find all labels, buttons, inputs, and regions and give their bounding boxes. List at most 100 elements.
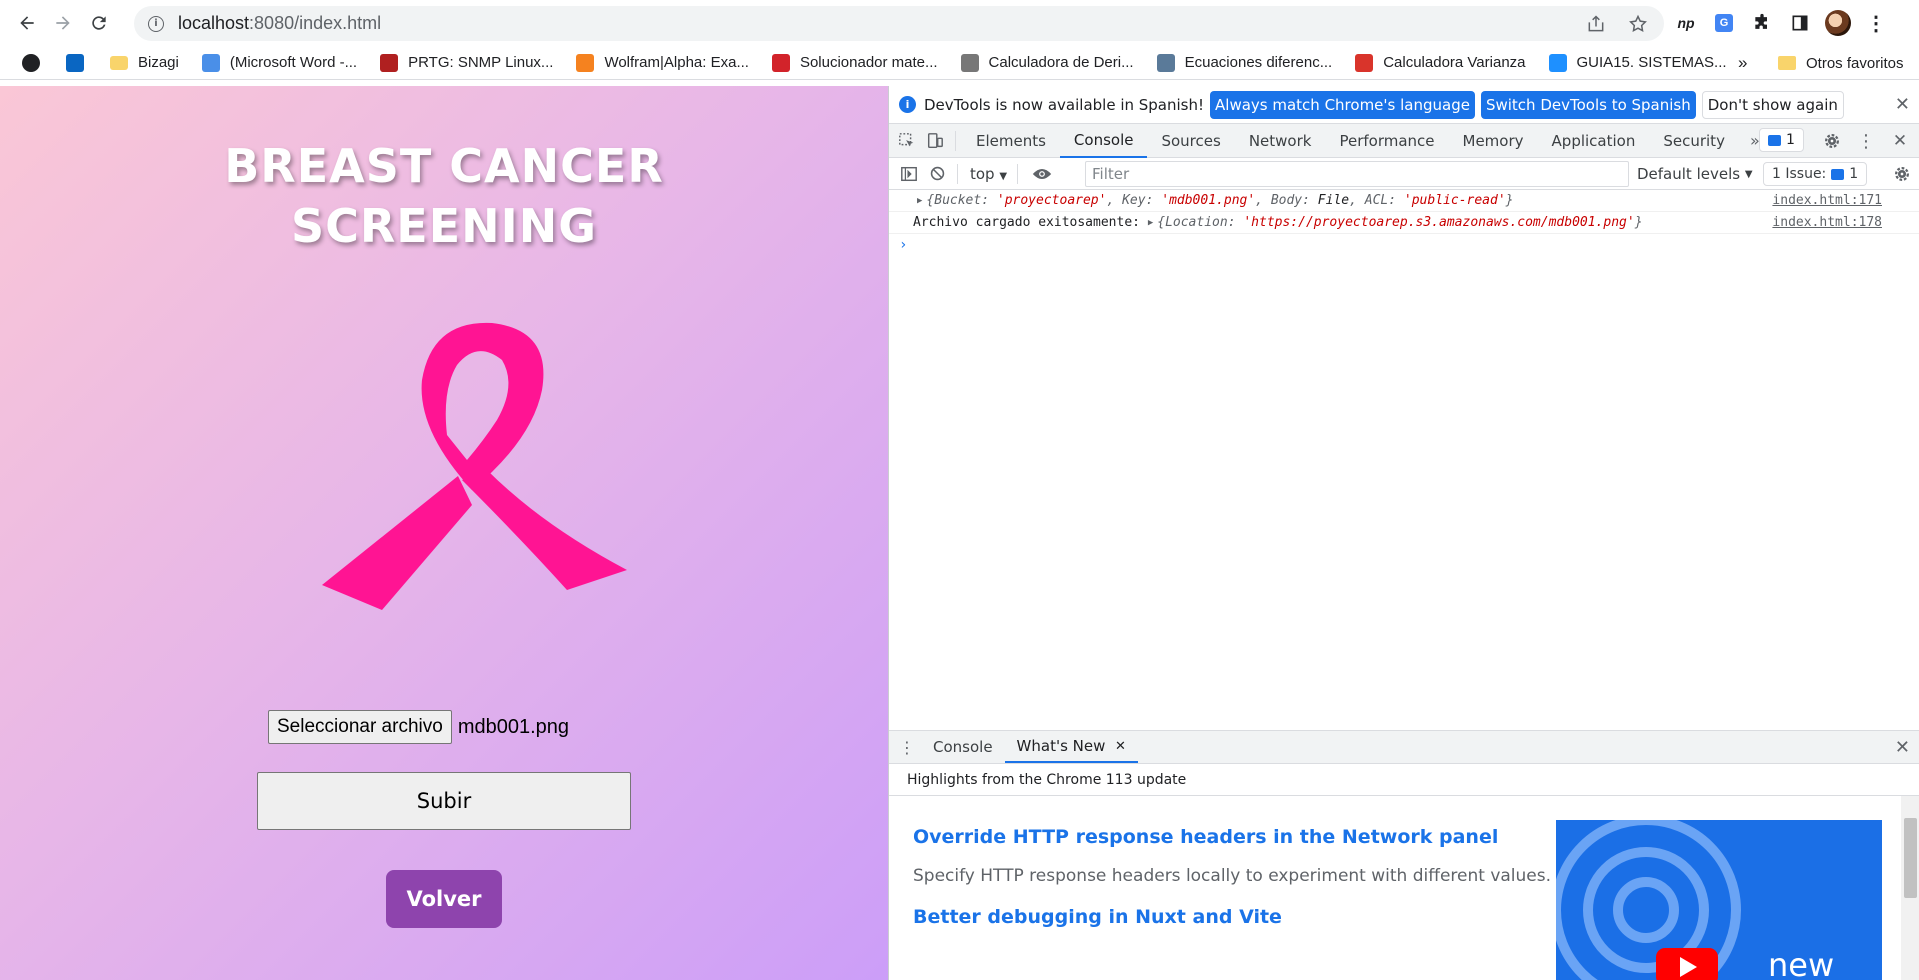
title-line-1: BREAST CANCER xyxy=(224,139,664,193)
whats-new-link-1[interactable]: Override HTTP response headers in the Ne… xyxy=(913,826,1498,848)
site-info-icon[interactable]: i xyxy=(148,15,164,32)
share-icon[interactable] xyxy=(1586,14,1606,34)
url-text[interactable]: localhost:8080/index.html xyxy=(178,13,381,34)
sidebar-toggle-icon[interactable] xyxy=(895,160,923,188)
settings-gear-icon[interactable] xyxy=(1818,127,1846,155)
devtools-tabs: Elements Console Sources Network Performance… xyxy=(962,124,1739,158)
bookmark-item[interactable]: Calculadora Varianza xyxy=(1347,49,1533,77)
switch-spanish-button[interactable]: Switch DevTools to Spanish xyxy=(1480,90,1696,119)
bookmark-item[interactable]: PRTG: SNMP Linux... xyxy=(372,49,561,77)
clear-console-icon[interactable] xyxy=(923,160,951,188)
tab-application[interactable]: Application xyxy=(1538,124,1650,158)
bookmark-label: Bizagi xyxy=(138,54,179,71)
other-bookmarks-folder[interactable]: Otros favoritos xyxy=(1778,46,1904,80)
source-link[interactable]: index.html:171 xyxy=(1772,193,1882,208)
whats-new-video-thumbnail[interactable]: new xyxy=(1556,820,1882,980)
console-settings-icon[interactable] xyxy=(1888,160,1916,188)
profile-avatar[interactable] xyxy=(1824,9,1852,37)
triangle-icon xyxy=(1156,53,1175,72)
bookmark-item[interactable]: Bizagi xyxy=(102,49,187,77)
whats-new-link-2[interactable]: Better debugging in Nuxt and Vite xyxy=(913,906,1282,928)
forward-arrow-icon[interactable] xyxy=(46,6,80,40)
reload-icon[interactable] xyxy=(82,6,116,40)
back-button[interactable]: Volver xyxy=(386,870,502,928)
bookmark-item[interactable]: Solucionador mate... xyxy=(764,49,946,77)
folder-icon xyxy=(1778,56,1796,70)
tab-elements[interactable]: Elements xyxy=(962,124,1060,158)
folder-icon xyxy=(110,55,128,70)
match-language-button[interactable]: Always match Chrome's language xyxy=(1210,90,1475,119)
symbolab-icon xyxy=(771,53,790,72)
eye-icon[interactable] xyxy=(1028,160,1056,188)
web-page: BREAST CANCER SCREENING Seleccionar arch… xyxy=(0,86,888,980)
scrollbar-thumb[interactable] xyxy=(1904,818,1917,898)
page-title: BREAST CANCER SCREENING xyxy=(0,136,888,256)
upload-button[interactable]: Subir xyxy=(257,772,631,830)
bookmark-item[interactable] xyxy=(14,49,58,77)
file-input-row: Seleccionar archivo mdb001.png xyxy=(268,710,569,744)
drawer-menu-icon[interactable]: ⋮ xyxy=(893,733,921,761)
bookmark-item[interactable] xyxy=(58,49,102,77)
address-bar[interactable]: i localhost:8080/index.html xyxy=(134,6,1664,41)
devtools-menu-icon[interactable]: ⋮ xyxy=(1852,127,1880,155)
title-line-2: SCREENING xyxy=(290,199,598,253)
console-toolbar: top ▼ Filter Default levels ▼ 1 Issue: 1 xyxy=(889,158,1919,190)
tab-console[interactable]: Console xyxy=(1059,124,1148,158)
source-link[interactable]: index.html:178 xyxy=(1772,215,1882,230)
more-bookmarks-button[interactable]: » xyxy=(1738,46,1747,80)
choose-file-button[interactable]: Seleccionar archivo xyxy=(268,710,452,744)
bookmark-item[interactable]: GUIA15. SISTEMAS... xyxy=(1541,49,1735,77)
infobar-close-icon[interactable]: ✕ xyxy=(1895,94,1910,115)
issues-badge[interactable]: 1 xyxy=(1759,128,1804,152)
bookmark-label: PRTG: SNMP Linux... xyxy=(408,54,554,71)
console-log-entry[interactable]: Archivo cargado exitosamente: ▶ {Locatio… xyxy=(889,212,1919,234)
wn-icon xyxy=(1548,53,1567,72)
close-drawer-icon[interactable]: ✕ xyxy=(1895,737,1910,758)
tab-sources[interactable]: Sources xyxy=(1147,124,1234,158)
nav-buttons xyxy=(0,6,128,40)
close-tab-icon[interactable]: ✕ xyxy=(1115,739,1126,754)
scrollbar[interactable] xyxy=(1901,796,1919,980)
globe-icon xyxy=(22,53,40,72)
bookmark-star-icon[interactable] xyxy=(1628,14,1648,34)
divider xyxy=(957,163,958,184)
context-selector[interactable]: top ▼ xyxy=(970,165,1007,183)
menu-kebab-icon[interactable]: ⋮ xyxy=(1862,9,1890,37)
browser-toolbar: i localhost:8080/index.html np G ⋮ xyxy=(0,0,1919,46)
console-prompt[interactable]: › xyxy=(889,234,1919,256)
bookmark-label: Solucionador mate... xyxy=(799,54,938,71)
log-levels-dropdown[interactable]: Default levels ▼ xyxy=(1637,158,1753,190)
bookmark-item[interactable]: (Microsoft Word -... xyxy=(194,49,365,77)
side-panel-icon[interactable] xyxy=(1786,9,1814,37)
tab-memory[interactable]: Memory xyxy=(1449,124,1538,158)
issue-count-button[interactable]: 1 Issue: 1 xyxy=(1763,162,1868,186)
drawer-tab-console[interactable]: Console xyxy=(921,731,1005,763)
drawer-tab-bar: ⋮ Console What's New ✕ ✕ xyxy=(889,730,1919,764)
extensions-area: np G ⋮ xyxy=(1672,6,1890,40)
close-devtools-icon[interactable]: ✕ xyxy=(1886,127,1914,155)
whats-new-header: Highlights from the Chrome 113 update xyxy=(889,764,1919,796)
puzzle-icon[interactable] xyxy=(1748,9,1776,37)
expand-triangle-icon[interactable]: ▶ xyxy=(1148,218,1153,228)
back-arrow-icon[interactable] xyxy=(10,6,44,40)
bookmark-label: (Microsoft Word -... xyxy=(229,54,358,71)
bookmark-label: Wolfram|Alpha: Exa... xyxy=(604,54,749,71)
device-toolbar-icon[interactable] xyxy=(921,127,949,155)
issue-count-number: 1 xyxy=(1849,166,1859,182)
np-extension-icon[interactable]: np xyxy=(1672,9,1700,37)
expand-triangle-icon[interactable]: ▶ xyxy=(917,196,922,206)
tab-performance[interactable]: Performance xyxy=(1325,124,1448,158)
bookmark-label: GUIA15. SISTEMAS... xyxy=(1576,54,1727,71)
bookmark-item[interactable]: Wolfram|Alpha: Exa... xyxy=(568,49,757,77)
drawer-tab-whats-new[interactable]: What's New ✕ xyxy=(1004,731,1138,763)
tab-security[interactable]: Security xyxy=(1649,124,1739,158)
prtg-icon xyxy=(380,53,399,72)
inspect-element-icon[interactable] xyxy=(893,127,921,155)
bookmark-item[interactable]: Calculadora de Deri... xyxy=(953,49,1142,77)
console-filter-input[interactable]: Filter xyxy=(1085,161,1629,187)
translate-extension-icon[interactable]: G xyxy=(1710,9,1738,37)
console-log-entry[interactable]: ▶ {Bucket: 'proyectoarep', Key: 'mdb001.… xyxy=(889,190,1919,212)
tab-network[interactable]: Network xyxy=(1235,124,1326,158)
bookmark-item[interactable]: Ecuaciones diferenc... xyxy=(1149,49,1341,77)
dont-show-again-button[interactable]: Don't show again xyxy=(1701,90,1844,119)
